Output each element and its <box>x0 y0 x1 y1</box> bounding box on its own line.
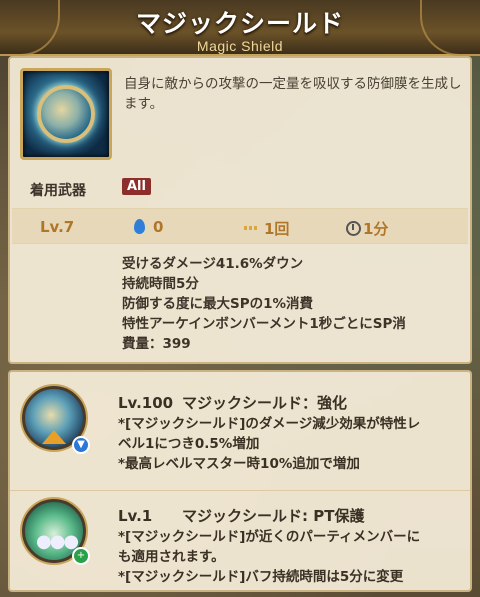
use-count-value: 1回 <box>264 220 290 238</box>
enhancement-description: *[マジックシールド]のダメージ減少効果が特性レ ベル1につき0.5%増加 *最… <box>118 414 464 474</box>
dash-icon <box>244 226 258 230</box>
cooldown-value: 1分 <box>363 220 389 238</box>
effect-line: 費量：399 <box>122 336 191 352</box>
enhancement-line: も適用されます。 <box>118 549 225 565</box>
weapon-label: 着用武器 <box>30 183 86 199</box>
enhancement-line: *[マジックシールド]バフ持続時間は5分に変更 <box>118 569 404 585</box>
plus-badge-icon: + <box>72 547 90 565</box>
enhancement-name: マジックシールド：強化 <box>182 394 348 412</box>
chevron-down-badge-icon: ▼ <box>72 436 90 454</box>
effect-line: 防御する度に最大SPの1%消費 <box>122 296 314 312</box>
skill-effects: 受けるダメージ41.6%ダウン 持続時間5分 防御する度に最大SPの1%消費 特… <box>122 254 468 354</box>
skill-description: 自身に敵からの攻撃の一定量を吸収する防御膜を生成します。 <box>124 76 462 112</box>
sp-cost: 0 <box>134 218 163 236</box>
effect-line: 受けるダメージ41.6%ダウン <box>122 256 304 272</box>
use-count: 1回 <box>244 218 289 239</box>
arrow-up-icon <box>42 430 66 444</box>
enhancement-description: *[マジックシールド]が近くのパーティメンバーに も適用されます。 *[マジック… <box>118 527 464 587</box>
skill-detail-panel: 自身に敵からの攻撃の一定量を吸収する防御膜を生成します。 着用武器 All Lv… <box>8 56 472 364</box>
skill-level: Lv.7 <box>40 218 75 236</box>
water-drop-icon <box>134 219 145 234</box>
enhancement-line: *[マジックシールド]が近くのパーティメンバーに <box>118 529 421 545</box>
enhancement-line: *最高レベルマスター時10%追加で増加 <box>118 456 360 472</box>
cooldown: 1分 <box>346 218 388 239</box>
effect-line: 持続時間5分 <box>122 276 199 292</box>
effect-line: 特性アーケインボンバーメント1秒ごとにSP消 <box>122 316 406 332</box>
enhancement-title: Lv.100 マジックシールド：強化 <box>118 392 347 413</box>
enhancement-title: Lv.1 マジックシールド: PT保護 <box>118 505 364 526</box>
enhancement-level: Lv.100 <box>118 394 174 412</box>
enhancement-item[interactable]: ▼ Lv.100 マジックシールド：強化 *[マジックシールド]のダメージ減少効果… <box>10 378 470 482</box>
skill-title: マジックシールド <box>135 9 344 38</box>
enhancement-panel: ▼ Lv.100 マジックシールド：強化 *[マジックシールド]のダメージ減少効果… <box>8 370 472 592</box>
skill-header: マジックシールド Magic Shield <box>0 0 480 56</box>
enhancement-line: *[マジックシールド]のダメージ減少効果が特性レ <box>118 416 421 432</box>
clock-icon <box>346 221 361 236</box>
shield-ring <box>37 85 95 143</box>
skill-subtitle: Magic Shield <box>196 38 284 54</box>
enhancement-name: マジックシールド: PT保護 <box>182 507 365 525</box>
sp-cost-value: 0 <box>153 218 164 236</box>
enhancement-level: Lv.1 <box>118 507 153 525</box>
enhancement-line: ベル1につき0.5%増加 <box>118 436 260 452</box>
enhancement-item[interactable]: ●●● + Lv.1 マジックシールド: PT保護 *[マジックシールド]が近くの… <box>10 490 470 590</box>
magic-shield-icon <box>20 68 112 160</box>
skill-stats-row: Lv.7 0 1回 1分 <box>12 208 468 244</box>
weapon-badge: All <box>122 178 151 195</box>
party-members-icon: ●●● <box>36 531 79 552</box>
